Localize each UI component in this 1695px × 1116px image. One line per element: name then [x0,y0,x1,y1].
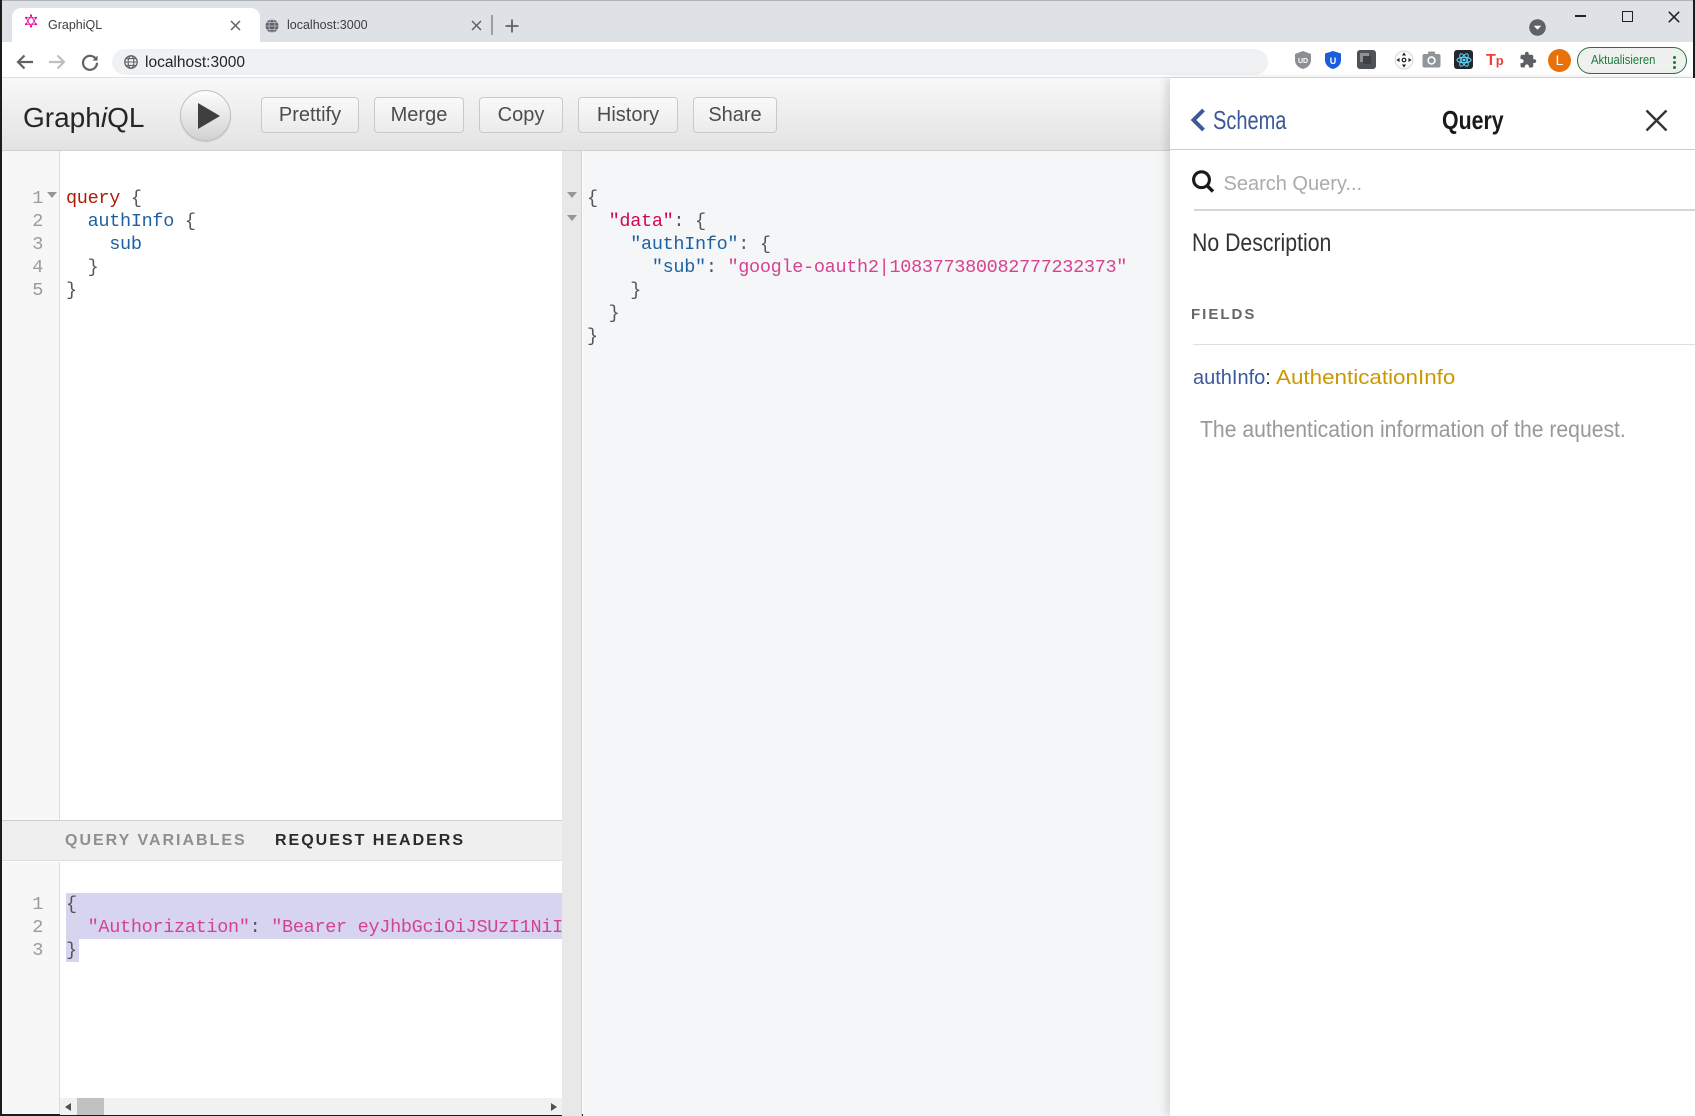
svg-text:UD: UD [1298,58,1308,65]
svg-text:U: U [1330,56,1337,66]
